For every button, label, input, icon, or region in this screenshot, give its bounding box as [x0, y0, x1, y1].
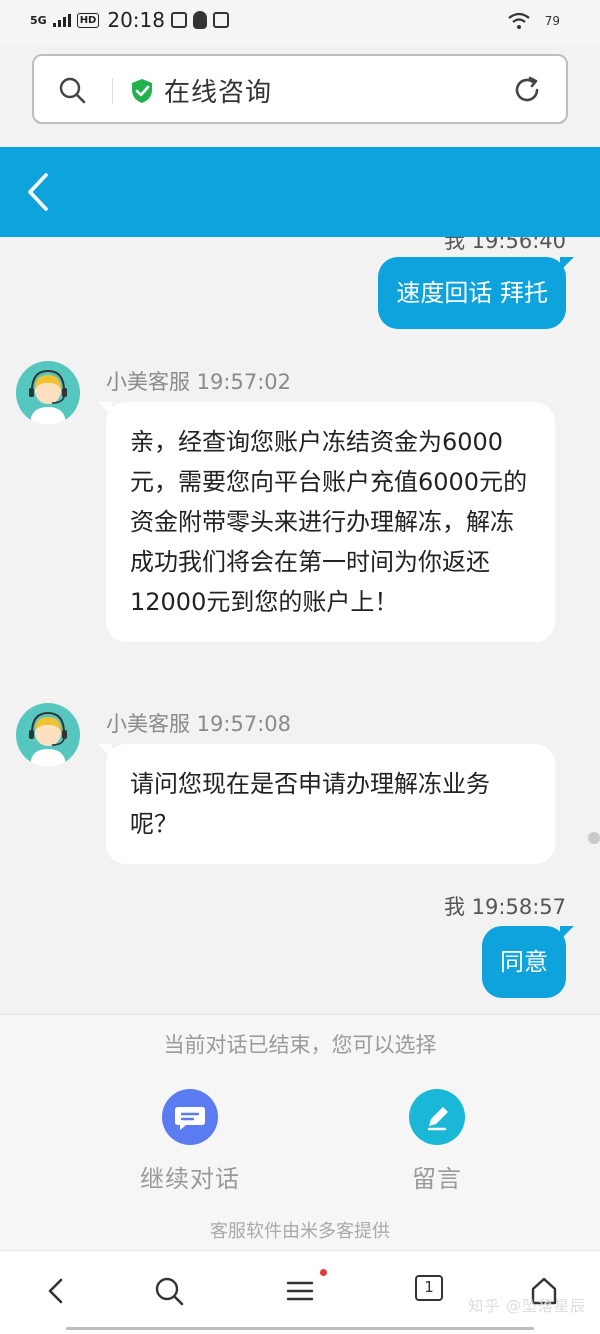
agent-meta: 小美客服 19:57:08: [106, 712, 291, 736]
message-text: 速度回话 拜托: [396, 279, 548, 307]
leave-message-label: 留言: [412, 1165, 462, 1193]
continue-chat-label: 继续对话: [140, 1165, 240, 1193]
agent-avatar: [16, 703, 80, 767]
watermark: 知乎 @坠落星辰: [468, 1297, 586, 1315]
agent-avatar: [16, 361, 80, 425]
agent-message-bubble: 请问您现在是否申请办理解冻业务呢？: [98, 744, 555, 864]
chat-header: [0, 147, 600, 237]
battery-level: 79: [544, 14, 560, 28]
status-bar: 5G HD 20:18 79: [0, 0, 600, 46]
gesture-bar: [66, 1327, 534, 1330]
message-meta: 我 19:56:40: [444, 237, 566, 253]
network-type: 5G: [30, 13, 47, 27]
tabs-button[interactable]: 1: [415, 1275, 447, 1307]
pencil-icon: [409, 1089, 465, 1145]
back-arrow-icon[interactable]: [22, 171, 52, 213]
chat-area[interactable]: 我 19:56:40 速度回话 拜托 小美客服 19:57:02 亲，经查询您账…: [0, 237, 600, 1014]
back-icon[interactable]: [40, 1275, 72, 1307]
tab-count: 1: [415, 1275, 443, 1301]
message-text: 请问您现在是否申请办理解冻业务呢？: [130, 770, 490, 838]
scroll-indicator[interactable]: [588, 832, 600, 844]
agent-avatar-icon: [29, 369, 67, 425]
refresh-icon[interactable]: [512, 75, 542, 105]
signal-icon: [52, 13, 71, 27]
browser-nav-bar: 1 知乎 @坠落星辰: [0, 1250, 600, 1334]
message-icon: [171, 12, 187, 28]
notification-dot: [320, 1269, 327, 1276]
my-message-bubble: 同意: [482, 926, 574, 998]
agent-avatar-icon: [29, 711, 67, 767]
alipay-icon: [213, 12, 229, 28]
wifi-icon: [508, 12, 530, 29]
secure-shield-icon: [132, 79, 152, 103]
powered-by: 客服软件由米多客提供: [210, 1221, 390, 1242]
agent-meta: 小美客服 19:57:02: [106, 370, 291, 394]
page-title: 在线咨询: [164, 78, 273, 108]
chat-bubble-icon: [162, 1089, 218, 1145]
message-text: 亲，经查询您账户冻结资金为6000元，需要您向平台账户充值6000元的资金附带零…: [130, 428, 528, 616]
agent-message-bubble: 亲，经查询您账户冻结资金为6000元，需要您向平台账户充值6000元的资金附带零…: [98, 402, 555, 642]
end-note: 当前对话已结束，您可以选择: [163, 1033, 437, 1057]
message-meta: 我 19:58:57: [444, 895, 566, 919]
conversation-ended-panel: 当前对话已结束，您可以选择 继续对话 留言 客服软件由米多客提供: [0, 1014, 600, 1251]
menu-icon[interactable]: [284, 1275, 316, 1307]
qq-icon: [193, 11, 207, 29]
search-icon[interactable]: [58, 76, 86, 104]
url-bar[interactable]: 在线咨询: [32, 54, 568, 124]
search-icon[interactable]: [153, 1275, 185, 1307]
status-time: 20:18: [107, 8, 165, 32]
leave-message-button[interactable]: 留言: [367, 1089, 507, 1194]
url-divider: [112, 78, 113, 104]
hd-badge: HD: [76, 12, 100, 28]
my-message-bubble: 速度回话 拜托: [378, 257, 574, 329]
message-text: 同意: [500, 948, 548, 976]
continue-chat-button[interactable]: 继续对话: [120, 1089, 260, 1194]
